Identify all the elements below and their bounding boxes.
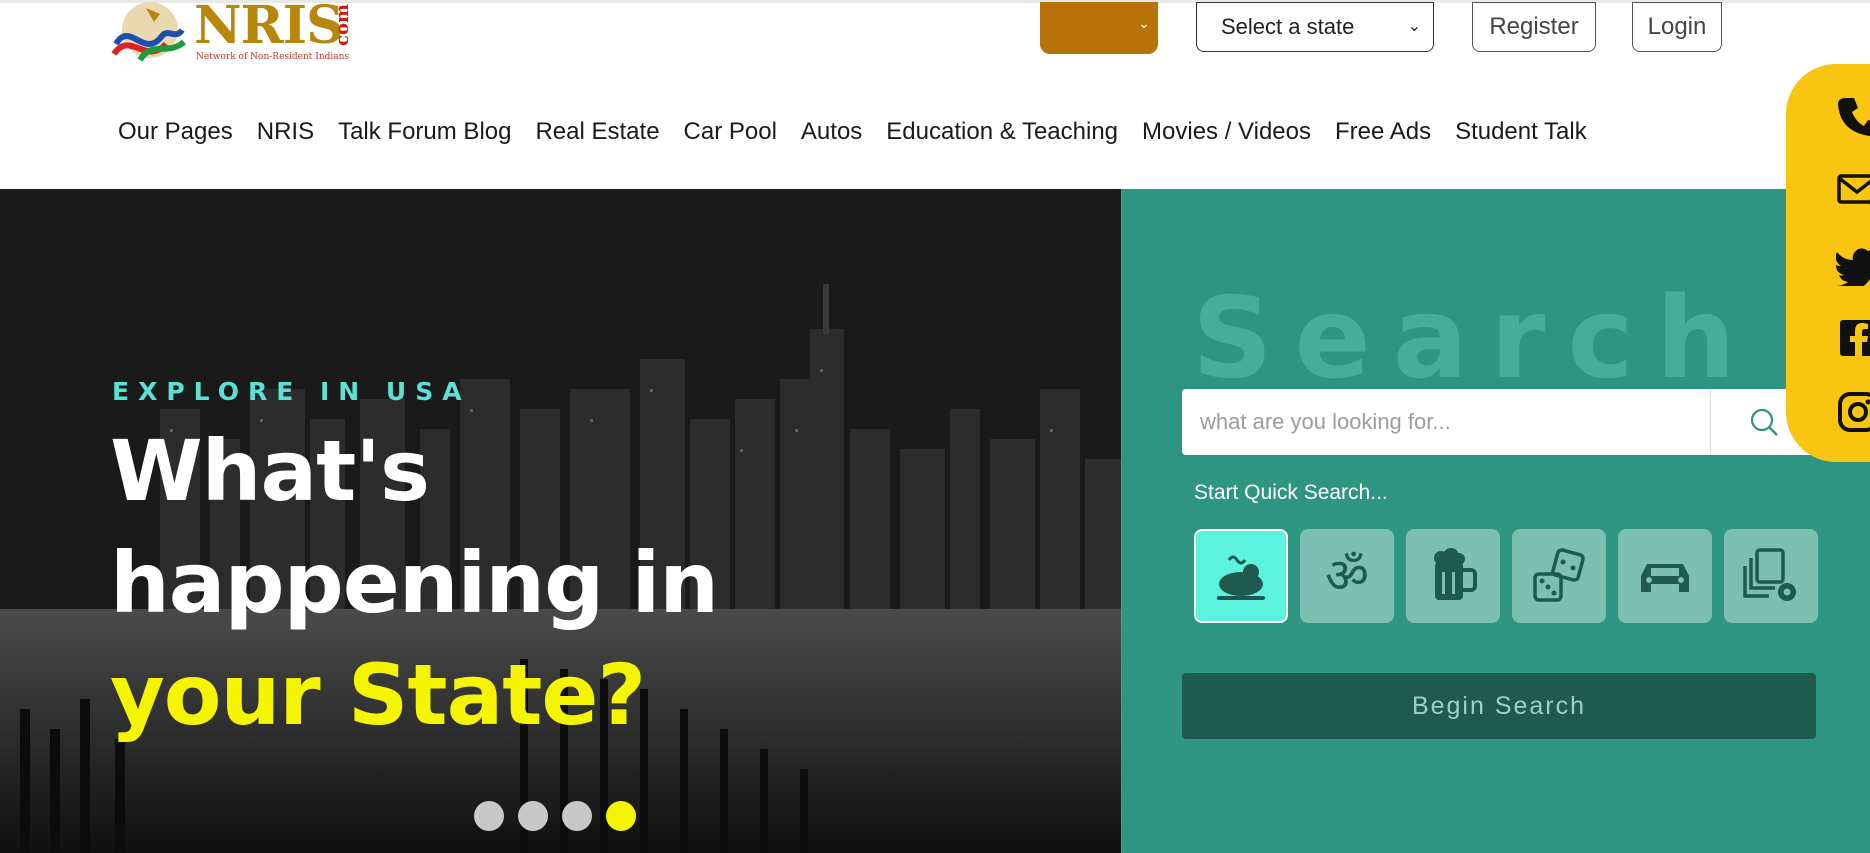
- logo-suffix: com: [332, 4, 353, 47]
- nav-item-free-ads[interactable]: Free Ads: [1335, 112, 1431, 152]
- social-sidebar: [1786, 64, 1870, 462]
- instagram-icon[interactable]: [1836, 390, 1870, 434]
- dice-icon: [1533, 548, 1585, 602]
- carousel-dot-4[interactable]: [606, 801, 636, 831]
- quick-search-label: Start Quick Search...: [1194, 481, 1388, 504]
- search-watermark: Search: [1192, 274, 1758, 404]
- search-panel: Search Start Quick Search... ॐ: [1122, 189, 1870, 853]
- search-input[interactable]: [1182, 389, 1710, 455]
- quick-search-drinks[interactable]: [1406, 529, 1500, 623]
- nav-item-real-estate[interactable]: Real Estate: [535, 112, 659, 152]
- nav-item-our-pages[interactable]: Our Pages: [118, 112, 233, 152]
- chevron-down-icon: ⌄: [1407, 18, 1421, 35]
- files-settings-icon: [1743, 548, 1796, 601]
- beer-icon: [1434, 548, 1477, 600]
- carousel-dot-2[interactable]: [518, 801, 548, 831]
- logo-tagline: Network of Non-Resident Indians: [196, 52, 350, 62]
- search-box: [1182, 389, 1816, 455]
- headline-line-3: your State?: [110, 646, 646, 744]
- nav-item-student-talk[interactable]: Student Talk: [1455, 112, 1587, 152]
- nav-item-autos[interactable]: Autos: [801, 112, 862, 152]
- facebook-icon[interactable]: [1836, 316, 1870, 360]
- nav-item-nris[interactable]: NRIS: [257, 112, 314, 152]
- quick-search-more[interactable]: [1724, 529, 1818, 623]
- carousel-dot-3[interactable]: [562, 801, 592, 831]
- quick-search-food[interactable]: [1194, 529, 1288, 623]
- state-select-value: Select a state: [1221, 14, 1355, 39]
- chevron-down-icon: ⌄: [1138, 16, 1150, 32]
- nav-item-car-pool[interactable]: Car Pool: [684, 112, 777, 152]
- car-icon: [1641, 564, 1689, 592]
- carousel-dots: [474, 801, 636, 831]
- search-icon: [1750, 408, 1778, 436]
- svg-text:ॐ: ॐ: [1325, 548, 1369, 604]
- nav-item-education-teaching[interactable]: Education & Teaching: [886, 112, 1118, 152]
- quick-search-tiles: ॐ: [1194, 529, 1818, 623]
- headline-line-2: happening in: [110, 534, 719, 632]
- begin-search-button[interactable]: Begin Search: [1182, 673, 1816, 739]
- state-select[interactable]: Select a state ⌄: [1196, 2, 1434, 52]
- hero-headline: What's happening in your State?: [110, 415, 719, 751]
- language-dropdown-button[interactable]: ⌄: [1040, 2, 1158, 54]
- quick-search-religious[interactable]: ॐ: [1300, 529, 1394, 623]
- mail-icon[interactable]: [1836, 168, 1870, 212]
- twitter-icon[interactable]: [1836, 242, 1870, 286]
- main-nav: Our Pages NRIS Talk Forum Blog Real Esta…: [118, 112, 1611, 152]
- login-button[interactable]: Login: [1632, 2, 1722, 52]
- logo-globe-icon: [111, 2, 186, 62]
- phone-icon[interactable]: [1836, 94, 1870, 138]
- headline-line-1: What's: [110, 422, 430, 520]
- food-icon: [1217, 555, 1265, 600]
- hero-banner: EXPLORE IN USA What's happening in your …: [0, 189, 1122, 853]
- nav-item-talk-forum-blog[interactable]: Talk Forum Blog: [338, 112, 511, 152]
- quick-search-games[interactable]: [1512, 529, 1606, 623]
- quick-search-autos[interactable]: [1618, 529, 1712, 623]
- om-icon: ॐ: [1325, 548, 1369, 604]
- register-button[interactable]: Register: [1472, 2, 1596, 52]
- hero-eyebrow: EXPLORE IN USA: [112, 377, 471, 406]
- carousel-dot-1[interactable]: [474, 801, 504, 831]
- logo-wordmark: NRIS: [194, 0, 344, 56]
- nav-item-movies-videos[interactable]: Movies / Videos: [1142, 112, 1311, 152]
- nris-logo[interactable]: NRIS com Network of Non-Resident Indians: [110, 0, 353, 70]
